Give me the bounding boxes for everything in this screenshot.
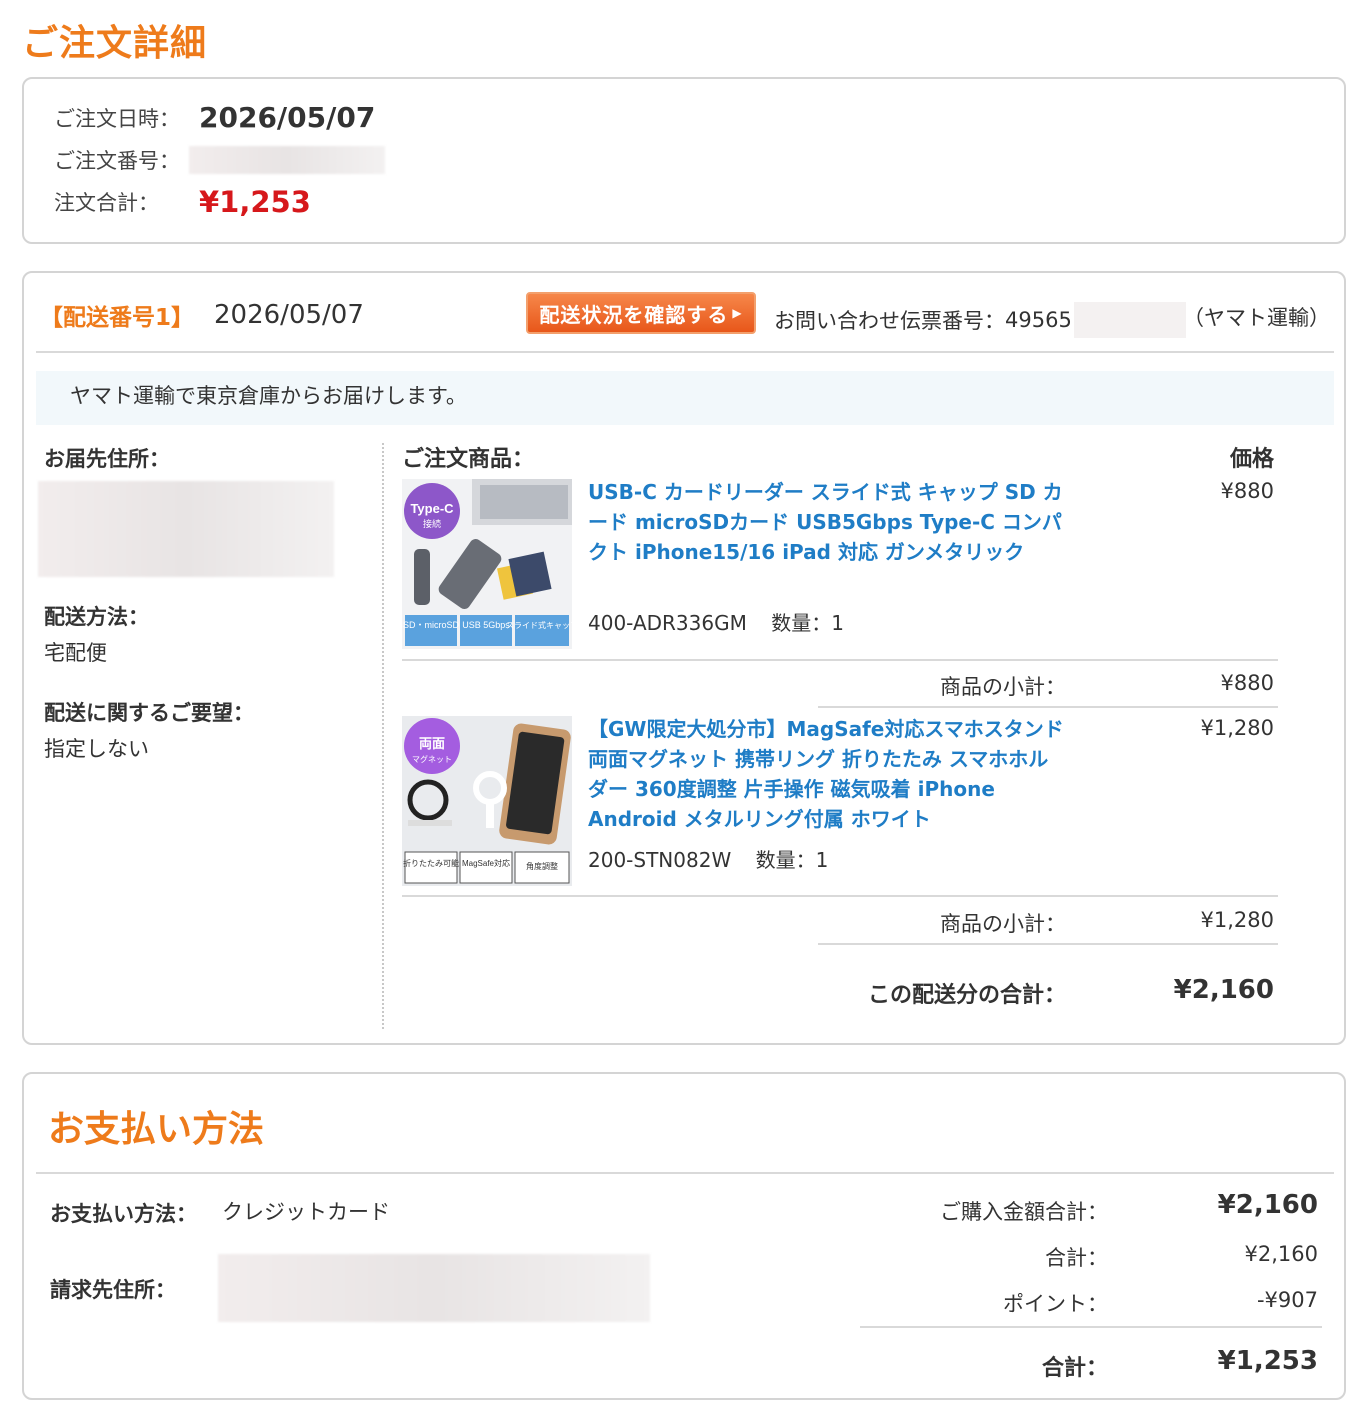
order-total-label: 注文合計： — [54, 191, 159, 215]
order-summary-box: ご注文日時： 2026/05/07 ご注文番号： 注文合計： ¥1,253 — [22, 77, 1346, 244]
delivery-address-label: お届先住所： — [44, 447, 170, 471]
grand-total-divider — [860, 1326, 1322, 1328]
phone-stand-image: 両面 マグネット 折りたたみ可能 MagSafe対応 角度調整 — [402, 716, 572, 886]
order-total-row: 注文合計： ¥1,253 — [54, 185, 311, 219]
shipment-box: 【配送番号1】 2026/05/07 配送状況を確認する ▶ お問い合わせ伝票番… — [22, 271, 1346, 1045]
inquiry-number-redacted — [1073, 302, 1186, 338]
payment-divider — [36, 1172, 1334, 1174]
thumb-badge-sub: マグネット — [412, 754, 452, 764]
shipment-total-label: この配送分の合計： — [867, 983, 1066, 1008]
sum-label: 合計： — [1045, 1246, 1108, 1270]
points-label: ポイント： — [1003, 1292, 1108, 1316]
purchase-total-value: ¥2,160 — [1217, 1190, 1318, 1220]
delivery-request-label: 配送に関するご要望： — [44, 701, 254, 725]
shipment-number-label: 【配送番号1】 — [40, 305, 195, 331]
grand-total-value: ¥1,253 — [1217, 1346, 1318, 1376]
purchase-total-label: ご購入金額合計： — [940, 1200, 1108, 1224]
product-meta-2: 200-STN082W 数量：1 — [588, 844, 828, 873]
thumb-tag-3: 角度調整 — [526, 861, 558, 871]
carrier-name: （ヤマト運輸） — [1183, 306, 1330, 330]
thumb-badge: Type-C — [410, 501, 454, 516]
item-divider — [402, 895, 1278, 897]
item-subtotal-label: 商品の小計： — [940, 912, 1066, 936]
track-shipment-button[interactable]: 配送状況を確認する ▶ — [526, 292, 756, 334]
product-price: ¥880 — [1220, 479, 1274, 503]
play-arrow-icon: ▶ — [732, 306, 743, 320]
subtotal-divider — [818, 706, 1278, 708]
order-date-value: 2026/05/07 — [199, 101, 376, 134]
thumb-tag-1: SD・microSD — [403, 620, 460, 630]
sum-value: ¥2,160 — [1244, 1242, 1318, 1266]
thumb-tag-3: スライド式キャップ — [506, 620, 572, 630]
delivery-method-value: 宅配便 — [44, 641, 107, 665]
order-number-row: ご注文番号： — [54, 145, 385, 175]
product-thumbnail-phone-stand[interactable]: 両面 マグネット 折りたたみ可能 MagSafe対応 角度調整 — [402, 716, 572, 886]
points-value: -¥907 — [1256, 1288, 1318, 1312]
grand-total-label: 合計： — [1041, 1356, 1108, 1381]
order-number-redacted — [189, 146, 385, 174]
header-divider — [36, 351, 1334, 353]
column-divider — [382, 443, 384, 1029]
thumb-tag-1: 折りたたみ可能 — [403, 858, 459, 868]
inquiry-number: お問い合わせ伝票番号： 49565 — [774, 302, 1188, 338]
delivery-address-redacted — [38, 481, 334, 577]
page-title: ご注文詳細 — [22, 23, 208, 64]
billing-address-label: 請求先住所： — [50, 1278, 176, 1302]
thumb-tag-2: MagSafe対応 — [462, 858, 510, 868]
product-qty: 数量：1 — [755, 848, 829, 872]
product-link-card-reader[interactable]: USB-C カードリーダー スライド式 キャップ SD カード microSDカ… — [588, 477, 1068, 567]
product-sku: 400-ADR336GM — [588, 611, 747, 635]
payment-method-value: クレジットカード — [222, 1200, 390, 1224]
product-link-phone-stand[interactable]: 【GW限定大処分市】MagSafe対応スマホスタンド 両面マグネット 携帯リング… — [588, 714, 1068, 834]
shipment-date: 2026/05/07 — [214, 300, 364, 330]
thumb-badge-sub: 接続 — [423, 518, 441, 529]
product-price: ¥1,280 — [1200, 716, 1274, 740]
order-total-value: ¥1,253 — [199, 185, 311, 219]
item-subtotal-label: 商品の小計： — [940, 675, 1066, 699]
item-divider — [402, 659, 1278, 661]
item-subtotal-value: ¥880 — [1220, 671, 1274, 695]
payment-title: お支払い方法 — [48, 1109, 265, 1150]
items-header: ご注文商品： — [402, 447, 535, 472]
delivery-request-value: 指定しない — [44, 737, 149, 761]
shipping-notice: ヤマト運輸で東京倉庫からお届けします。 — [36, 371, 1334, 425]
track-shipment-label: 配送状況を確認する — [539, 302, 729, 327]
order-date-label: ご注文日時： — [54, 106, 180, 131]
delivery-info: お届先住所： 配送方法： 宅配便 配送に関するご要望： 指定しない — [38, 443, 364, 763]
price-header: 価格 — [1229, 447, 1274, 472]
thumb-tag-2: USB 5Gbps — [462, 620, 510, 630]
product-meta-1: 400-ADR336GM 数量：1 — [588, 607, 844, 636]
delivery-method-label: 配送方法： — [44, 605, 149, 629]
item-subtotal-value: ¥1,280 — [1200, 908, 1274, 932]
product-qty: 数量：1 — [771, 611, 844, 635]
payment-box: お支払い方法 お支払い方法： クレジットカード 請求先住所： ご購入金額合計： … — [22, 1072, 1346, 1400]
inquiry-number-prefix: 49565 — [1005, 308, 1072, 332]
order-number-label: ご注文番号： — [54, 149, 180, 173]
billing-address-redacted — [218, 1254, 650, 1322]
thumb-badge: 両面 — [419, 736, 445, 751]
card-reader-image: Type-C 接続 SD・microSD USB 5Gbps スライド式キャップ — [402, 479, 572, 649]
product-sku: 200-STN082W — [588, 848, 732, 872]
subtotal-divider — [818, 943, 1278, 945]
order-date-row: ご注文日時： 2026/05/07 — [54, 101, 375, 134]
inquiry-label: お問い合わせ伝票番号： — [774, 309, 1005, 333]
shipment-total-value: ¥2,160 — [1173, 975, 1274, 1005]
product-thumbnail-card-reader[interactable]: Type-C 接続 SD・microSD USB 5Gbps スライド式キャップ — [402, 479, 572, 649]
shipment-header: 【配送番号1】 2026/05/07 配送状況を確認する ▶ お問い合わせ伝票番… — [40, 292, 1330, 338]
payment-method-label: お支払い方法： — [50, 1202, 197, 1226]
